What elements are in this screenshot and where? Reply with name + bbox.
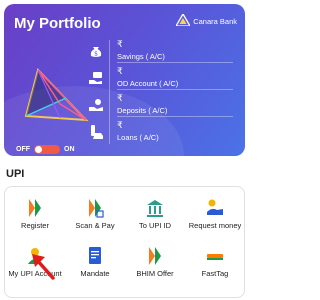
loans-label: Loans ( A/C) bbox=[117, 133, 159, 142]
upi-mandate-label: Mandate bbox=[80, 269, 110, 278]
divider bbox=[117, 89, 233, 90]
bhim-offer-icon bbox=[146, 245, 164, 267]
deposits-row[interactable]: ₹ Deposits ( A/C) bbox=[88, 93, 238, 119]
upi-bhim-offer-label: BHIM Offer bbox=[136, 269, 174, 278]
upi-fasttag-button[interactable]: FastTag bbox=[185, 245, 245, 285]
loans-amount: ₹ bbox=[117, 120, 123, 130]
savings-account-row[interactable]: $ ₹ Savings ( A/C) bbox=[88, 39, 238, 65]
toggle-on-label: ON bbox=[64, 146, 75, 153]
upi-register-label: Register bbox=[21, 221, 49, 230]
upi-register-button[interactable]: Register bbox=[5, 197, 65, 237]
mandate-icon bbox=[86, 245, 104, 267]
upi-request-money-button[interactable]: Request money bbox=[185, 197, 245, 237]
od-account-row[interactable]: ₹ OD Account ( A/C) bbox=[88, 66, 238, 92]
upi-heading: UPI bbox=[6, 168, 25, 180]
upi-request-money-label: Request money bbox=[188, 221, 242, 230]
upi-fasttag-label: FastTag bbox=[201, 269, 229, 278]
bank-icon bbox=[146, 197, 164, 219]
bank-logo: Canara Bank bbox=[175, 12, 237, 28]
toggle-switch[interactable] bbox=[34, 145, 60, 154]
toggle-knob bbox=[35, 146, 42, 153]
loan-icon bbox=[88, 124, 104, 140]
deposits-label: Deposits ( A/C) bbox=[117, 106, 168, 115]
od-label: OD Account ( A/C) bbox=[117, 79, 179, 88]
upi-scan-pay-label: Scan & Pay bbox=[75, 221, 115, 230]
bank-name: Canara Bank bbox=[193, 16, 237, 26]
red-arrow-annotation bbox=[32, 254, 55, 280]
divider bbox=[117, 62, 233, 63]
upi-to-upi-id-label: To UPI ID bbox=[138, 221, 172, 230]
upi-scan-pay-button[interactable]: Scan & Pay bbox=[65, 197, 125, 237]
divider bbox=[117, 116, 233, 117]
od-amount: ₹ bbox=[117, 66, 123, 76]
svg-text:$: $ bbox=[94, 51, 98, 58]
balance-toggle[interactable]: OFF ON bbox=[16, 145, 75, 154]
fasttag-icon bbox=[206, 245, 224, 267]
savings-label: Savings ( A/C) bbox=[117, 52, 165, 61]
deposits-amount: ₹ bbox=[117, 93, 123, 103]
upi-mandate-button[interactable]: Mandate bbox=[65, 245, 125, 285]
portfolio-title: My Portfolio bbox=[14, 15, 101, 32]
portfolio-card: My Portfolio Canara Bank $ ₹ Savings ( A… bbox=[4, 4, 245, 156]
portfolio-graphic bbox=[24, 68, 89, 122]
hand-money-icon bbox=[88, 70, 104, 86]
money-bag-icon: $ bbox=[88, 43, 104, 59]
request-money-icon bbox=[206, 197, 224, 219]
savings-amount: ₹ bbox=[117, 39, 123, 49]
scan-pay-icon bbox=[86, 197, 104, 219]
toggle-off-label: OFF bbox=[16, 146, 30, 153]
upi-bhim-offer-button[interactable]: BHIM Offer bbox=[125, 245, 185, 285]
canara-bank-logo-icon bbox=[175, 12, 192, 28]
deposit-hand-icon bbox=[88, 97, 104, 113]
bhim-logo-icon bbox=[26, 197, 44, 219]
upi-to-upi-id-button[interactable]: To UPI ID bbox=[125, 197, 185, 237]
loans-row[interactable]: ₹ Loans ( A/C) bbox=[88, 120, 238, 146]
upi-grid: Register Scan & Pay To UPI ID Request mo… bbox=[4, 186, 245, 298]
